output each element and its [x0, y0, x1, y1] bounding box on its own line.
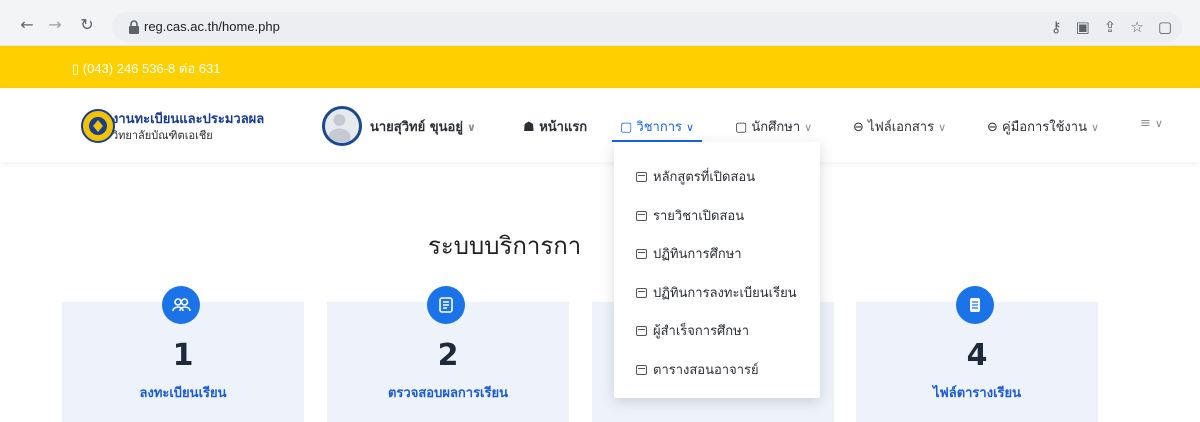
key-icon[interactable]: ⚷: [1051, 18, 1062, 36]
file-icon: ⊖: [853, 120, 869, 135]
menu-icon: ≡: [1140, 116, 1151, 131]
stat-card-grades[interactable]: 2 ตรวจสอบผลการเรียน: [327, 286, 569, 422]
phone-text: ▯ (043) 246 536-8 ต่อ 631: [72, 61, 221, 76]
dropdown-item[interactable]: ปฏิทินการลงทะเบียนเรียน: [636, 282, 797, 303]
avatar[interactable]: [322, 106, 362, 146]
lock-icon: [129, 20, 139, 34]
share-icon[interactable]: ⇪: [1104, 18, 1117, 36]
window-icon: [636, 210, 647, 221]
browser-toolbar: ← → ↻ reg.cas.ac.th/home.php ⚷ ▣ ⇪ ☆ ▢: [0, 0, 1200, 46]
chevron-down-icon: ∨: [804, 121, 813, 134]
home-icon: ☗: [523, 120, 540, 135]
square-icon: ▢: [735, 120, 752, 135]
chevron-down-icon: ∨: [466, 121, 476, 134]
back-icon[interactable]: ←: [18, 16, 36, 34]
courses-dropdown: หลักสูตรที่เปิดสอน รายวิชาเปิดสอน ปฏิทิน…: [614, 142, 820, 398]
square-icon: ▢: [620, 120, 637, 135]
dropdown-item[interactable]: ผู้สำเร็จการศึกษา: [636, 320, 749, 341]
dropdown-item[interactable]: ปฏิทินการศึกษา: [636, 243, 742, 264]
user-avatar-icon: [328, 114, 351, 143]
stat-number: 2: [437, 338, 459, 373]
book-icon: ⊖: [987, 120, 1003, 135]
chevron-down-icon: ∨: [1154, 117, 1163, 130]
window-icon: [636, 171, 647, 182]
chevron-down-icon: ∨: [1090, 121, 1100, 134]
dropdown-item[interactable]: หลักสูตรที่เปิดสอน: [636, 166, 755, 187]
url-text: reg.cas.ac.th/home.php: [144, 19, 280, 34]
dropdown-item[interactable]: ตารางสอนอาจารย์: [636, 359, 759, 380]
chevron-down-icon: ∨: [938, 121, 947, 134]
nav-home[interactable]: ☗ หน้าแรก: [523, 116, 587, 137]
phone-icon: ▯: [72, 61, 83, 76]
nav-files[interactable]: ⊖ ไฟล์เอกสาร ∨: [853, 116, 946, 137]
stat-number: 1: [172, 338, 194, 373]
calendar-icon: [636, 248, 647, 259]
side-panel-icon[interactable]: ▢: [1158, 18, 1172, 36]
page-title: ระบบบริการกา: [428, 232, 582, 260]
bookmark-star-icon[interactable]: ☆: [1130, 18, 1143, 36]
stat-label[interactable]: ตรวจสอบผลการเรียน: [327, 382, 569, 403]
contact-strip: ▯ (043) 246 536-8 ต่อ 631: [0, 46, 1200, 88]
stat-number: 4: [966, 338, 988, 373]
calendar-icon: [636, 364, 647, 375]
college-logo[interactable]: [80, 108, 116, 144]
calendar-icon: [636, 287, 647, 298]
reload-icon[interactable]: ↻: [78, 16, 96, 34]
certificate-icon: [636, 325, 647, 336]
document-icon: [956, 286, 994, 324]
forward-icon[interactable]: →: [46, 16, 64, 34]
stat-label[interactable]: ลงทะเบียนเรียน: [62, 382, 304, 403]
nav-manual[interactable]: ⊖ คู่มือการใช้งาน ∨: [987, 116, 1099, 137]
nav-courses[interactable]: ▢ วิชาการ ∨: [620, 116, 694, 137]
translate-icon[interactable]: ▣: [1076, 18, 1090, 36]
address-bar[interactable]: reg.cas.ac.th/home.php ⚷ ▣ ⇪ ☆ ▢: [112, 12, 1182, 42]
nav-student[interactable]: ▢ นักศึกษา ∨: [735, 116, 812, 137]
users-icon: [162, 286, 200, 324]
chevron-down-icon: ∨: [686, 121, 695, 134]
stat-card-schedule[interactable]: 4 ไฟล์ตารางเรียน: [856, 286, 1098, 422]
nav-more[interactable]: ≡ ∨: [1140, 116, 1163, 131]
stat-card-register[interactable]: 1 ลงทะเบียนเรียน: [62, 286, 304, 422]
user-menu[interactable]: นายสุวิทย์ ขุนอยู่ ∨: [370, 116, 476, 137]
notebook-icon: [427, 286, 465, 324]
site-header: งานทะเบียนและประมวลผล วิทยาลัยบัณฑิตเอเช…: [0, 88, 1200, 162]
dropdown-item[interactable]: รายวิชาเปิดสอน: [636, 205, 744, 226]
stat-label[interactable]: ไฟล์ตารางเรียน: [856, 382, 1098, 403]
site-subtitle: วิทยาลัยบัณฑิตเอเชีย: [112, 129, 213, 142]
